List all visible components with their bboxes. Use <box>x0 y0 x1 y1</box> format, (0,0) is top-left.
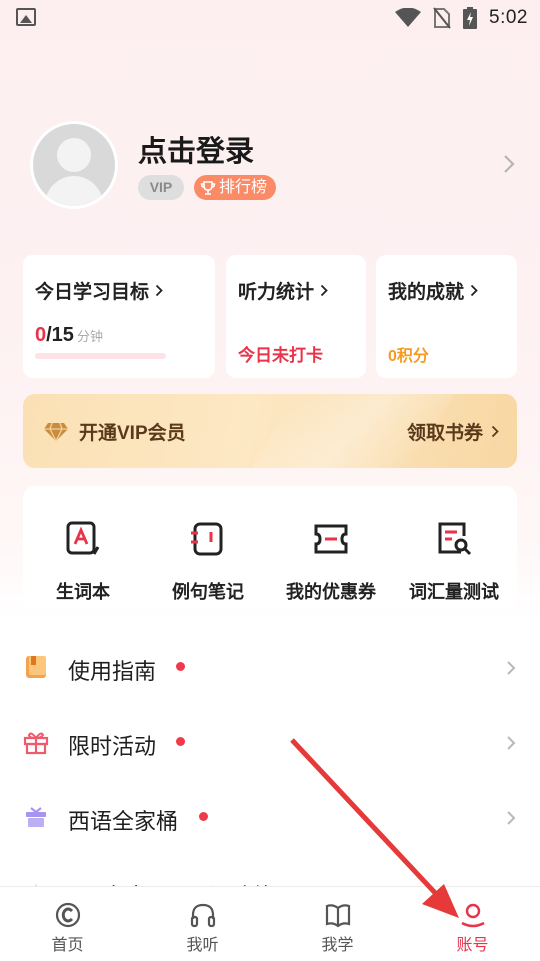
listening-status: 今日未打卡 <box>238 346 323 365</box>
coupon-label: 我的优惠券 <box>286 582 376 602</box>
notification-dot <box>176 737 185 746</box>
study-goal-progress-text: 0/15 分钟 <box>35 324 103 347</box>
achievement-card[interactable]: 我的成就 0积分 <box>376 255 517 378</box>
vocabulary-book-label: 生词本 <box>56 582 110 602</box>
nav-home[interactable]: 首页 <box>0 887 135 961</box>
bundle-icon <box>26 807 46 827</box>
notification-dot <box>176 662 185 671</box>
guide-book-icon <box>26 656 46 678</box>
headphones-icon <box>190 903 215 928</box>
vocab-test-icon <box>438 522 472 556</box>
vocabulary-book-icon <box>66 521 100 555</box>
chevron-right-icon <box>507 661 516 675</box>
menu-label-limited-activity: 限时活动 <box>68 734 157 759</box>
coupon-icon <box>314 524 348 554</box>
study-goal-title-text: 今日学习目标 <box>35 282 150 303</box>
notification-dot <box>199 812 208 821</box>
nav-account-label: 账号 <box>456 937 489 954</box>
nav-listen[interactable]: 我听 <box>135 887 270 961</box>
avatar-head-shape <box>57 138 91 172</box>
vip-open-label[interactable]: 开通VIP会员 <box>43 418 186 445</box>
nav-listen-label: 我听 <box>186 937 219 954</box>
vip-banner[interactable]: 开通VIP会员 领取书券 <box>23 394 517 468</box>
chevron-right-icon <box>491 425 499 438</box>
nav-home-label: 首页 <box>51 937 84 954</box>
avatar[interactable] <box>30 121 118 209</box>
diamond-icon <box>44 422 68 441</box>
chevron-right-icon <box>470 284 478 297</box>
listening-stats-title: 听力统计 <box>238 277 328 304</box>
vocabulary-book-button[interactable]: 生词本 <box>23 520 143 604</box>
sentence-notes-button[interactable]: 例句笔记 <box>148 520 268 604</box>
chevron-right-icon <box>320 284 328 297</box>
study-goal-current: 0 <box>35 324 47 346</box>
nav-account[interactable]: 账号 <box>405 887 540 961</box>
trophy-icon <box>200 180 216 195</box>
chevron-right-icon <box>507 736 516 750</box>
login-prompt[interactable]: 点击登录 <box>138 128 254 170</box>
study-goal-total: /15 <box>46 324 74 346</box>
study-goal-unit: 分钟 <box>76 329 103 344</box>
study-goal-progress-bar <box>35 353 166 359</box>
study-goal-card[interactable]: 今日学习目标 0/15 分钟 <box>23 255 215 378</box>
sentence-notes-icon <box>191 522 223 556</box>
tools-panel: 生词本 例句笔记 我的优惠券 词汇量测试 <box>23 486 517 610</box>
account-icon <box>460 903 485 928</box>
coupon-button[interactable]: 我的优惠券 <box>271 520 391 604</box>
achievement-title-text: 我的成就 <box>388 282 465 303</box>
profile-chevron-right-icon[interactable] <box>503 154 515 174</box>
leaderboard-label: 排行榜 <box>219 179 268 196</box>
menu-label-guide: 使用指南 <box>68 659 157 684</box>
study-goal-title: 今日学习目标 <box>35 277 163 304</box>
nav-learn-label: 我学 <box>321 937 354 954</box>
menu-item-limited-activity[interactable]: 限时活动 <box>0 703 540 779</box>
avatar-body-shape <box>45 176 103 206</box>
leaderboard-badge[interactable]: 排行榜 <box>194 175 277 200</box>
vip-open-text: 开通VIP会员 <box>79 423 186 444</box>
no-sim-icon <box>433 7 451 29</box>
listening-stats-title-text: 听力统计 <box>238 282 315 303</box>
menu-item-bundle[interactable]: 西语全家桶 <box>0 778 540 854</box>
listening-stats-card[interactable]: 听力统计 今日未打卡 <box>226 255 366 378</box>
wifi-icon <box>395 8 422 27</box>
menu-item-guide[interactable]: 使用指南 <box>0 628 540 704</box>
claim-voucher-text: 领取书券 <box>406 423 483 444</box>
chevron-right-icon <box>155 284 163 297</box>
status-icons: 5:02 <box>395 6 528 30</box>
vip-badge: VIP <box>138 175 184 200</box>
nav-learn[interactable]: 我学 <box>270 887 405 961</box>
gift-icon <box>23 732 49 755</box>
battery-icon <box>463 7 478 29</box>
vocab-test-label: 词汇量测试 <box>409 582 499 602</box>
bottom-navigation: 首页 我听 我学 账号 <box>0 886 540 961</box>
status-time: 5:02 <box>489 7 528 28</box>
open-book-icon <box>325 904 350 928</box>
status-bar: 5:02 <box>0 0 540 36</box>
menu-label-bundle: 西语全家桶 <box>68 809 179 834</box>
achievement-points: 0积分 <box>388 348 429 365</box>
gallery-notification-icon <box>16 8 36 26</box>
achievement-title: 我的成就 <box>388 277 478 304</box>
claim-voucher-link[interactable]: 领取书券 <box>407 418 499 445</box>
chevron-right-icon <box>507 811 516 825</box>
sentence-notes-label: 例句笔记 <box>172 582 244 602</box>
vocab-test-button[interactable]: 词汇量测试 <box>394 520 514 604</box>
home-icon <box>55 902 80 928</box>
